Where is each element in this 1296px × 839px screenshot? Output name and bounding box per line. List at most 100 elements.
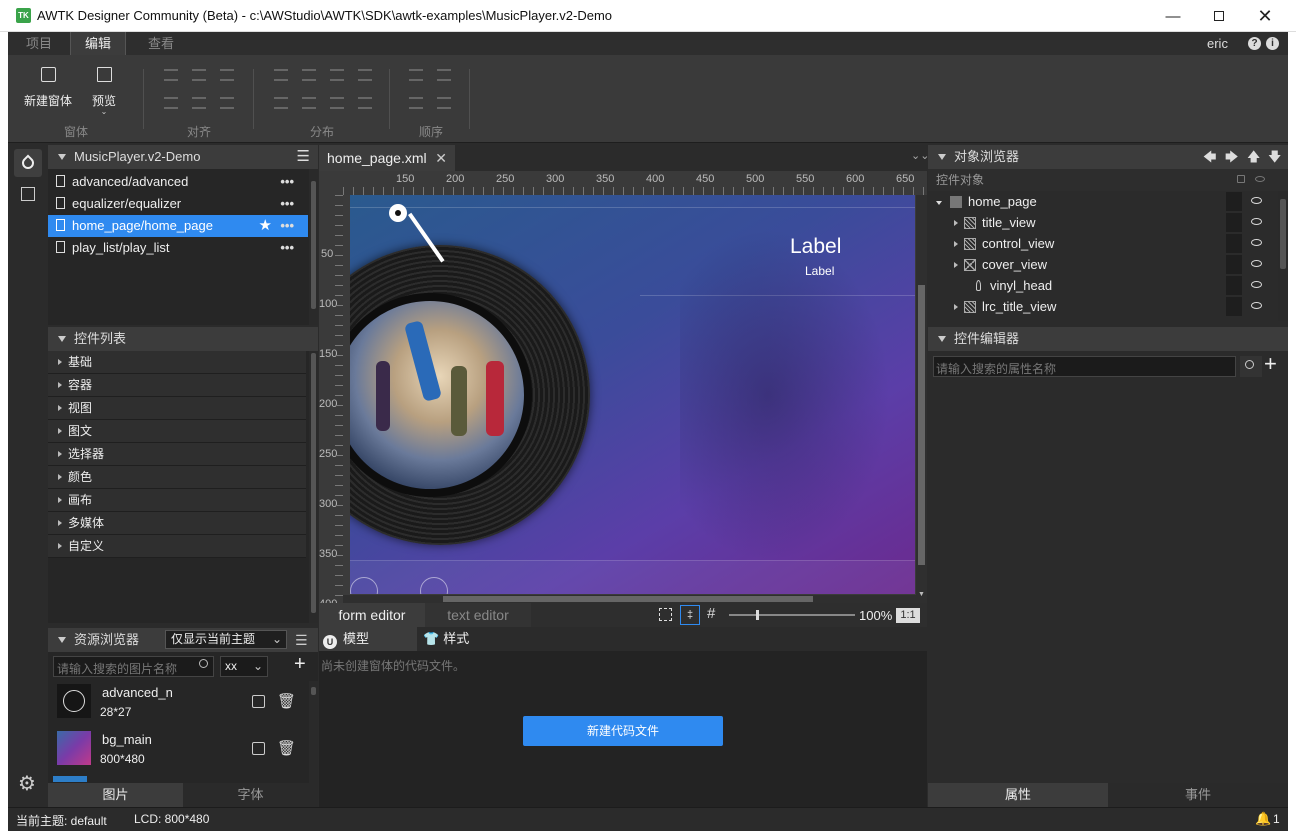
close-tab-icon[interactable]: ✕ (435, 145, 447, 171)
vinyl-head[interactable] (389, 204, 407, 222)
more-icon[interactable]: ••• (280, 237, 294, 259)
eye-icon[interactable] (1251, 239, 1262, 246)
filter-list-icon[interactable]: ☰ (295, 628, 308, 652)
zoom-slider[interactable] (729, 610, 855, 620)
tab-events[interactable]: 事件 (1108, 783, 1288, 807)
theme-filter-select[interactable]: 仅显示当前主题 ⌄ (165, 630, 287, 649)
scrollbar-thumb[interactable] (311, 353, 316, 613)
property-search-button[interactable] (1240, 356, 1262, 377)
tab-fonts[interactable]: 字体 (183, 783, 318, 807)
minimize-button[interactable]: — (1150, 0, 1196, 32)
tree-node-control-view[interactable]: control_view (928, 233, 1278, 254)
new-window-button[interactable]: 新建窗体 (22, 67, 74, 109)
expanded-icon[interactable] (936, 201, 942, 205)
lock-cell[interactable] (1226, 297, 1242, 316)
form-stage[interactable]: Label Label (350, 195, 915, 594)
menu-tab-edit[interactable]: 编辑 (70, 32, 127, 55)
preview-button[interactable]: 预览 ⌄ (88, 67, 120, 116)
eye-icon[interactable] (1251, 197, 1262, 204)
replace-icon[interactable] (252, 742, 265, 755)
scrollbar[interactable] (309, 351, 318, 623)
project-item[interactable]: equalizer/equalizer ••• (48, 193, 308, 215)
tab-images[interactable]: 图片 (48, 783, 183, 807)
layers-icon[interactable] (21, 187, 35, 201)
scrollbar-thumb[interactable] (443, 596, 813, 602)
arrow-right-icon[interactable]: 🡆 (1225, 145, 1238, 169)
align-bottom-icon[interactable] (220, 97, 234, 109)
tab-list-chevron-icon[interactable]: ⌄⌄ (911, 149, 929, 162)
expand-icon[interactable] (954, 220, 958, 226)
eye-icon[interactable] (1251, 218, 1262, 225)
close-window-button[interactable]: ✕ (1242, 0, 1288, 32)
resource-item[interactable]: advanced_n 28*27 🗑 (53, 682, 303, 730)
size-select[interactable]: xx ⌄ (220, 656, 268, 677)
control-category[interactable]: 选择器 (48, 443, 306, 466)
search-icon[interactable] (199, 659, 208, 668)
control-category[interactable]: 视图 (48, 397, 306, 420)
ruler-toggle-icon[interactable]: ‡ (680, 605, 700, 625)
expand-icon[interactable] (954, 304, 958, 310)
user-name[interactable]: eric (1207, 36, 1228, 51)
settings-gear-icon[interactable]: ⚙ (18, 771, 36, 796)
text-editor-tab[interactable]: text editor (425, 603, 531, 627)
distribute-icon[interactable] (302, 97, 316, 109)
distribute-icon[interactable] (274, 69, 288, 81)
collapse-icon[interactable] (58, 637, 66, 643)
distribute-icon[interactable] (330, 69, 344, 81)
model-tab[interactable]: U 模型 (319, 627, 417, 651)
scrollbar[interactable] (309, 681, 318, 783)
project-item[interactable]: advanced/advanced ••• (48, 171, 308, 193)
project-item[interactable]: play_list/play_list ••• (48, 237, 308, 259)
lock-cell[interactable] (1226, 234, 1242, 253)
title-label[interactable]: Label (790, 235, 841, 259)
maximize-button[interactable] (1196, 0, 1242, 32)
lock-cell[interactable] (1226, 213, 1242, 232)
image-search-input[interactable]: 请输入搜索的图片名称 (53, 656, 214, 677)
scroll-down-icon[interactable]: ▼ (918, 591, 925, 598)
help-icon[interactable]: ? (1248, 37, 1261, 50)
tab-home-page-xml[interactable]: home_page.xml ✕ (319, 145, 455, 171)
lock-cell[interactable] (1226, 192, 1242, 211)
star-icon[interactable]: ★ (259, 215, 272, 237)
add-image-button[interactable]: + (294, 653, 306, 676)
object-browser-header[interactable]: 对象浏览器 🡄 🡆 🡅 🡇 (928, 145, 1288, 169)
align-center-icon[interactable] (192, 69, 206, 81)
bell-icon[interactable]: 🔔 (1255, 811, 1271, 827)
style-tab[interactable]: 👕 样式 (423, 627, 503, 651)
tree-node-cover-view[interactable]: cover_view (928, 254, 1278, 275)
design-tool-button[interactable] (14, 149, 42, 177)
distribute-icon[interactable] (302, 69, 316, 81)
control-category[interactable]: 画布 (48, 489, 306, 512)
scrollbar-thumb[interactable] (1280, 199, 1286, 269)
more-icon[interactable]: ••• (280, 193, 294, 215)
delete-icon[interactable]: 🗑 (277, 692, 296, 710)
control-category[interactable]: 图文 (48, 420, 306, 443)
project-item-selected[interactable]: home_page/home_page ★ ••• (48, 215, 308, 237)
eye-icon[interactable] (1251, 281, 1262, 288)
distribute-icon[interactable] (358, 97, 372, 109)
property-search-input[interactable]: 请输入搜索的属性名称 (933, 356, 1236, 377)
control-category[interactable]: 基础 (48, 351, 306, 374)
send-back-icon[interactable] (437, 97, 451, 109)
property-editor-header[interactable]: 控件编辑器 (928, 327, 1288, 351)
scrollbar[interactable] (1278, 191, 1288, 321)
lock-cell[interactable] (1226, 255, 1242, 274)
ratio-button[interactable]: 1:1 (896, 608, 920, 623)
eye-icon[interactable] (1251, 260, 1262, 267)
arrow-left-icon[interactable]: 🡄 (1203, 145, 1216, 169)
tree-node-lrc-title-view[interactable]: lrc_title_view (928, 296, 1278, 317)
scrollbar[interactable] (309, 169, 318, 325)
control-category[interactable]: 容器 (48, 374, 306, 397)
menu-tab-view[interactable]: 查看 (134, 32, 188, 55)
scrollbar-thumb[interactable] (311, 687, 316, 695)
menu-icon[interactable]: ☰ (297, 145, 310, 169)
expand-icon[interactable] (954, 241, 958, 247)
tree-node-vinyl-head[interactable]: vinyl_head (928, 275, 1278, 296)
scrollbar-thumb[interactable] (311, 181, 316, 309)
expand-icon[interactable] (954, 262, 958, 268)
create-code-file-button[interactable]: 新建代码文件 (523, 716, 723, 746)
align-left-icon[interactable] (164, 69, 178, 81)
controls-header[interactable]: 控件列表 (48, 327, 318, 351)
lock-cell[interactable] (1226, 276, 1242, 295)
distribute-icon[interactable] (358, 69, 372, 81)
